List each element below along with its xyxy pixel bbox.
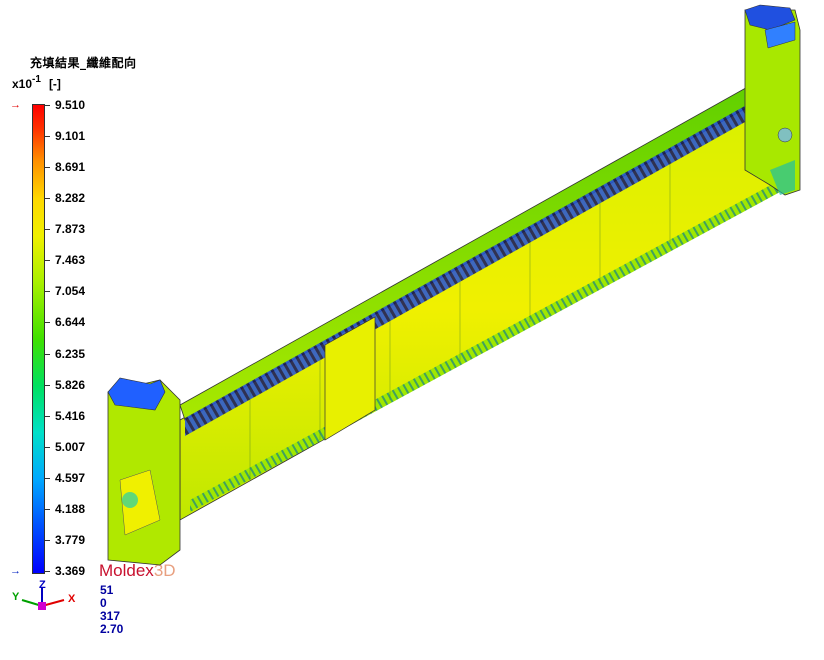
scale-tick-mark <box>44 322 50 324</box>
legend-unit: x10-1 [-] <box>12 74 61 91</box>
scale-tick-label: 7.463 <box>55 253 86 268</box>
scale-tick-label: 6.644 <box>55 315 86 330</box>
max-marker-arrow-icon: → <box>10 99 21 111</box>
scale-tick-label: 5.826 <box>55 377 86 392</box>
scale-tick-mark <box>44 508 50 510</box>
scale-tick-mark <box>44 105 50 106</box>
scale-tick-mark <box>44 291 50 293</box>
scale-tick-label: 4.597 <box>55 470 86 485</box>
info-line: 2.70 <box>100 622 124 636</box>
scale-tick-label: 7.054 <box>55 284 86 299</box>
scale-tick-mark <box>44 415 50 417</box>
scale-tick-mark <box>44 260 50 262</box>
scale-tick-mark <box>44 167 50 169</box>
scale-tick-label: 9.510 <box>55 98 86 112</box>
scale-tick-mark <box>44 198 50 200</box>
scale-tick-label: 8.282 <box>55 191 86 206</box>
scale-tick-label: 7.873 <box>55 222 86 237</box>
scale-tick-mark <box>44 539 50 541</box>
unit-bracket: [-] <box>48 77 61 91</box>
scale-tick-label: 3.779 <box>55 532 86 547</box>
unit-base: x10 <box>12 77 33 91</box>
scale-tick-mark <box>44 229 50 231</box>
scale-tick-mark <box>44 384 50 386</box>
scale-tick-mark <box>44 136 50 138</box>
axis-triad-icon: Z X Y <box>12 580 76 610</box>
scale-tick-mark <box>44 477 50 479</box>
scale-tick-label: 5.416 <box>55 408 86 423</box>
scale-tick-label: 5.007 <box>55 439 86 454</box>
min-marker-arrow-icon: → <box>10 565 21 577</box>
axis-z-label: Z <box>39 580 46 591</box>
scale-tick-label: 8.691 <box>55 160 86 175</box>
scale-tick-mark <box>44 353 50 355</box>
color-scale-bar <box>32 104 45 574</box>
scale-tick-label: 3.369 <box>55 564 86 578</box>
scale-tick-label: 6.235 <box>55 346 86 361</box>
unit-exponent: -1 <box>32 74 41 85</box>
scale-tick-label: 9.101 <box>55 129 86 144</box>
scale-tick-label: 4.188 <box>55 501 86 516</box>
axis-y-label: Y <box>12 591 20 603</box>
fiber-orientation-model-view[interactable] <box>100 0 824 580</box>
axis-x-label: X <box>68 593 76 605</box>
view-info: 51 0 317 2.70 <box>100 584 123 636</box>
scale-tick-mark <box>44 571 50 572</box>
scale-tick-mark <box>44 446 50 448</box>
